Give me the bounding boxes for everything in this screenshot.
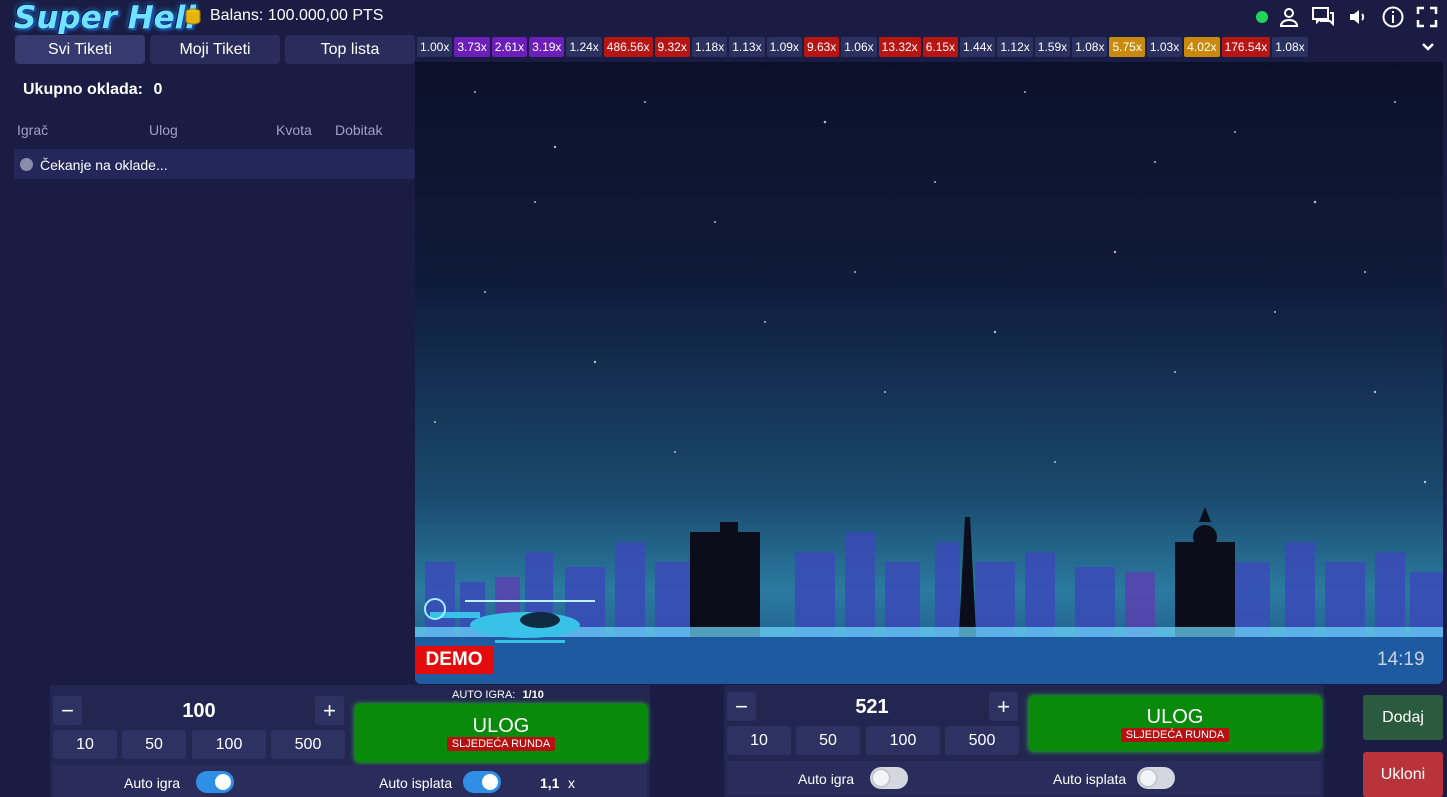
multiplier-chip: 3.19x xyxy=(529,37,565,57)
total-bets: Ukupno oklada: 0 xyxy=(23,80,162,100)
tab-top-list[interactable]: Top lista xyxy=(285,35,415,64)
place-bet-label: ULOG xyxy=(472,715,530,737)
auto-play-counter: AUTO IGRA: 1/10 xyxy=(452,689,544,702)
auto-play-label: AUTO IGRA: xyxy=(452,689,516,701)
auto-cashout-suffix: x xyxy=(568,775,575,791)
quick-stake-100[interactable]: 100 xyxy=(192,730,266,759)
game-logo: Super Heli xyxy=(14,0,196,36)
user-icon[interactable] xyxy=(1277,5,1301,29)
decrease-stake-button-2[interactable]: − xyxy=(727,692,756,721)
multiplier-chip: 1.12x xyxy=(997,37,1033,57)
coins-icon xyxy=(185,8,201,25)
place-bet-button-1[interactable]: ULOG SLJEDEĆA RUNDA xyxy=(355,704,647,762)
multiplier-chip: 1.24x xyxy=(566,37,602,57)
fullscreen-icon[interactable] xyxy=(1415,5,1439,29)
quick-stake-10-2[interactable]: 10 xyxy=(727,726,791,755)
auto-play-toggle[interactable] xyxy=(196,771,234,793)
auto-play-toggle-2[interactable] xyxy=(870,767,908,789)
sound-icon[interactable] xyxy=(1346,5,1370,29)
city-skyline-scene xyxy=(415,91,1443,684)
multiplier-chip: 176.54x xyxy=(1221,37,1271,57)
multiplier-chip: 1.44x xyxy=(960,37,996,57)
multiplier-chip: 5.75x xyxy=(1109,37,1145,57)
waiting-text: Čekanje na oklade... xyxy=(40,157,168,173)
multiplier-chip: 486.56x xyxy=(603,37,653,57)
remove-bet-button[interactable]: Ukloni xyxy=(1363,752,1443,797)
quick-stake-100-2[interactable]: 100 xyxy=(866,726,940,755)
auto-cashout-toggle-label: Auto isplata xyxy=(379,775,453,791)
balance-text: Balans: 100.000,00 PTS xyxy=(210,7,384,24)
stake-amount-2[interactable]: 521 xyxy=(827,695,917,719)
column-header-player: Igrač xyxy=(17,122,49,138)
multiplier-chip: 13.32x xyxy=(878,37,921,57)
multiplier-chip: 1.08x xyxy=(1272,37,1308,57)
multiplier-chip: 9.32x xyxy=(654,37,690,57)
multiplier-chip: 9.63x xyxy=(803,37,840,57)
increase-stake-button[interactable]: + xyxy=(315,696,344,725)
multiplier-chip: 3.73x xyxy=(454,37,490,57)
decrease-stake-button[interactable]: − xyxy=(53,696,82,725)
game-canvas xyxy=(415,62,1443,684)
multiplier-chip: 1.18x xyxy=(691,37,728,57)
column-header-odds: Kvota xyxy=(276,122,312,138)
next-round-label-2: SLJEDEĆA RUNDA xyxy=(1120,727,1230,742)
multiplier-chip: 1.59x xyxy=(1034,37,1071,57)
total-bets-value: 0 xyxy=(153,81,163,98)
chat-icon[interactable] xyxy=(1311,5,1335,29)
stake-amount[interactable]: 100 xyxy=(154,699,244,723)
place-bet-button-2[interactable]: ULOG SLJEDEĆA RUNDA xyxy=(1029,696,1321,751)
multiplier-chip: 1.06x xyxy=(841,37,877,57)
multiplier-chip: 1.08x xyxy=(1072,37,1108,57)
multiplier-chip: 2.61x xyxy=(491,37,528,57)
tab-my-tickets[interactable]: Moji Tiketi xyxy=(150,35,280,64)
auto-play-count: 1/10 xyxy=(522,689,544,701)
multiplier-chip: 1.09x xyxy=(766,37,802,57)
next-round-label: SLJEDEĆA RUNDA xyxy=(446,737,556,751)
clock-icon xyxy=(20,158,33,171)
auto-cashout-toggle[interactable] xyxy=(463,771,501,793)
add-bet-button[interactable]: Dodaj xyxy=(1363,695,1443,740)
increase-stake-button-2[interactable]: + xyxy=(989,692,1018,721)
game-clock: 14:19 xyxy=(1377,649,1425,670)
multiplier-history: 1.00x 3.73x 2.61x 3.19x 1.24x 486.56x 9.32x 1.1… xyxy=(417,37,1308,57)
chevron-down-icon[interactable] xyxy=(1418,36,1438,56)
multiplier-chip: 1.13x xyxy=(729,37,765,57)
quick-stake-500[interactable]: 500 xyxy=(271,730,345,759)
multiplier-chip: 1.00x xyxy=(417,37,453,57)
tab-all-tickets[interactable]: Svi Tiketi xyxy=(15,35,145,64)
auto-cashout-toggle-label-2: Auto isplata xyxy=(1053,771,1127,787)
quick-stake-50[interactable]: 50 xyxy=(122,730,186,759)
auto-play-toggle-label-2: Auto igra xyxy=(798,771,855,787)
place-bet-label-2: ULOG xyxy=(1146,705,1204,728)
multiplier-chip: 6.15x xyxy=(922,37,959,57)
auto-play-toggle-label: Auto igra xyxy=(124,775,181,791)
column-header-stake: Ulog xyxy=(149,122,178,138)
multiplier-chip: 4.02x xyxy=(1184,37,1220,57)
quick-stake-50-2[interactable]: 50 xyxy=(796,726,860,755)
column-header-winnings: Dobitak xyxy=(335,122,383,138)
quick-stake-500-2[interactable]: 500 xyxy=(945,726,1019,755)
connection-status-indicator xyxy=(1256,11,1268,23)
info-icon[interactable] xyxy=(1381,5,1405,29)
demo-badge: DEMO xyxy=(415,646,493,674)
auto-cashout-toggle-2[interactable] xyxy=(1137,767,1175,789)
total-bets-label: Ukupno oklada: xyxy=(23,81,144,98)
auto-cashout-value[interactable]: 1,1 xyxy=(540,775,559,791)
quick-stake-10[interactable]: 10 xyxy=(53,730,117,759)
multiplier-chip: 1.03x xyxy=(1146,37,1183,57)
